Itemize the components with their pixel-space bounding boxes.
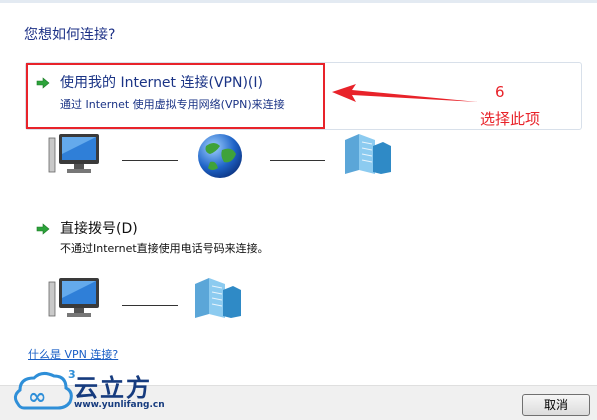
page-title: 您想如何连接? bbox=[24, 27, 116, 43]
server-icon bbox=[345, 134, 391, 174]
option-dialup-desc: 不通过Internet直接使用电话号码来连接。 bbox=[60, 242, 269, 255]
option-dialup-title[interactable]: 直接拨号(D) bbox=[60, 218, 138, 238]
logo-url: www.yunlifang.cn bbox=[74, 400, 165, 410]
computer-icon bbox=[48, 278, 99, 317]
annotation-arrow-icon bbox=[332, 84, 478, 102]
connection-line bbox=[122, 305, 178, 306]
annotation-text: 选择此项 bbox=[480, 110, 541, 128]
computer-icon bbox=[48, 134, 99, 173]
server-icon bbox=[195, 278, 241, 318]
arrow-right-icon bbox=[36, 223, 50, 235]
arrow-right-icon bbox=[36, 77, 50, 89]
connection-line bbox=[122, 160, 178, 161]
logo-name: 云立方 bbox=[74, 374, 152, 402]
top-border bbox=[0, 0, 597, 3]
connection-line bbox=[270, 160, 325, 161]
option-vpn-title[interactable]: 使用我的 Internet 连接(VPN)(I) bbox=[60, 72, 263, 92]
help-link[interactable]: 什么是 VPN 连接? bbox=[28, 346, 118, 362]
globe-icon bbox=[198, 134, 242, 178]
svg-text:∞: ∞ bbox=[28, 385, 46, 410]
annotation-number: 6 bbox=[495, 83, 505, 101]
option-vpn-desc: 通过 Internet 使用虚拟专用网络(VPN)来连接 bbox=[60, 98, 285, 111]
cancel-button[interactable]: 取消 bbox=[522, 394, 590, 416]
